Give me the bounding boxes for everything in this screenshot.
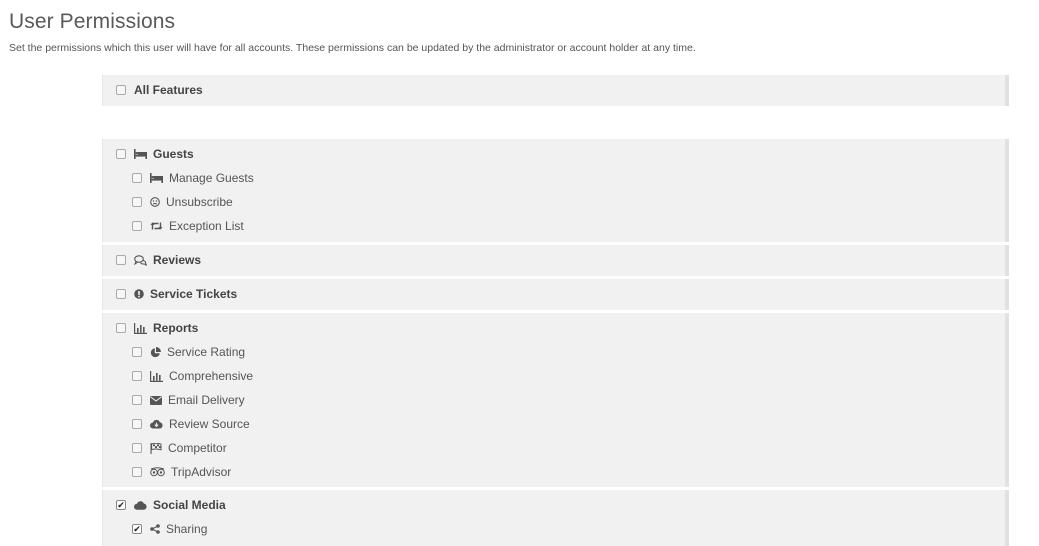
service-tickets-checkbox[interactable] [116,289,126,299]
permission-label: Review Source [169,417,250,431]
guests-checkbox[interactable] [116,149,126,159]
permission-label: Reports [153,321,199,335]
permission-manage-guests[interactable]: Manage Guests [132,170,254,186]
cloud-download-icon [150,418,163,430]
permission-guests[interactable]: Guests [116,146,194,162]
permission-review-source[interactable]: Review Source [132,416,250,432]
envelope-icon [150,394,162,406]
permission-label: Service Rating [167,345,246,359]
social-media-checkbox[interactable]: ✔ [116,500,126,510]
permission-reports[interactable]: Reports [116,320,198,336]
permission-label: Manage Guests [169,171,254,185]
permission-unsubscribe[interactable]: Unsubscribe [132,194,233,210]
unsubscribe-checkbox[interactable] [132,197,142,207]
permission-label: Unsubscribe [166,195,233,209]
tripadvisor-checkbox[interactable] [132,467,142,477]
permission-label: TripAdvisor [171,465,232,479]
bar-chart-icon [134,322,147,334]
all-features-checkbox[interactable] [116,85,126,95]
share-icon [150,523,160,535]
exception-list-checkbox[interactable] [132,221,142,231]
permission-label: Email Delivery [168,393,245,407]
permission-label: Exception List [169,219,244,233]
reviews-checkbox[interactable] [116,255,126,265]
bar-chart-icon [150,370,163,382]
frown-icon [150,196,160,208]
permission-social-media[interactable]: ✔ Social Media [116,497,226,513]
service-rating-checkbox[interactable] [132,347,142,357]
permission-label: Guests [153,147,194,161]
bed-icon [150,172,163,184]
comprehensive-checkbox[interactable] [132,371,142,381]
exclamation-circle-icon [134,288,144,300]
permission-tripadvisor[interactable]: TripAdvisor [132,464,231,480]
tripadvisor-icon [150,466,165,478]
review-source-checkbox[interactable] [132,419,142,429]
email-delivery-checkbox[interactable] [132,395,142,405]
permission-reviews[interactable]: Reviews [116,252,201,268]
permission-competitor[interactable]: Competitor [132,440,227,456]
permission-label: Sharing [166,522,208,536]
permission-all-features[interactable]: All Features [116,82,203,98]
manage-guests-checkbox[interactable] [132,173,142,183]
page-title: User Permissions [9,10,176,33]
cloud-icon [134,499,147,511]
all-features-group: All Features [102,75,1009,106]
permission-label: Reviews [153,253,202,267]
service-tickets-group: Service Tickets [102,279,1009,310]
permission-comprehensive[interactable]: Comprehensive [132,368,253,384]
page-subtitle: Set the permissions which this user will… [9,42,696,54]
flag-checkered-icon [150,442,162,454]
pie-chart-icon [150,346,161,358]
permission-sharing[interactable]: ✔ Sharing [132,521,207,537]
bed-icon [134,148,147,160]
comments-icon [134,254,147,266]
permission-exception-list[interactable]: Exception List [132,218,244,234]
permission-label: All Features [134,83,203,97]
permission-label: Service Tickets [150,287,238,301]
retweet-icon [150,220,163,232]
competitor-checkbox[interactable] [132,443,142,453]
reports-checkbox[interactable] [116,323,126,333]
permission-label: Social Media [153,498,226,512]
permission-label: Competitor [168,441,227,455]
permission-service-rating[interactable]: Service Rating [132,344,245,360]
permission-email-delivery[interactable]: Email Delivery [132,392,245,408]
sharing-checkbox[interactable]: ✔ [132,524,142,534]
social-media-group: ✔ Social Media ✔ Sharing [102,490,1009,546]
permission-service-tickets[interactable]: Service Tickets [116,286,237,302]
guests-group: Guests Manage Guests Unsubscribe Excepti… [102,139,1009,242]
reports-group: Reports Service Rating Comprehensive Ema… [102,313,1009,487]
permission-label: Comprehensive [169,369,254,383]
reviews-group: Reviews [102,245,1009,276]
